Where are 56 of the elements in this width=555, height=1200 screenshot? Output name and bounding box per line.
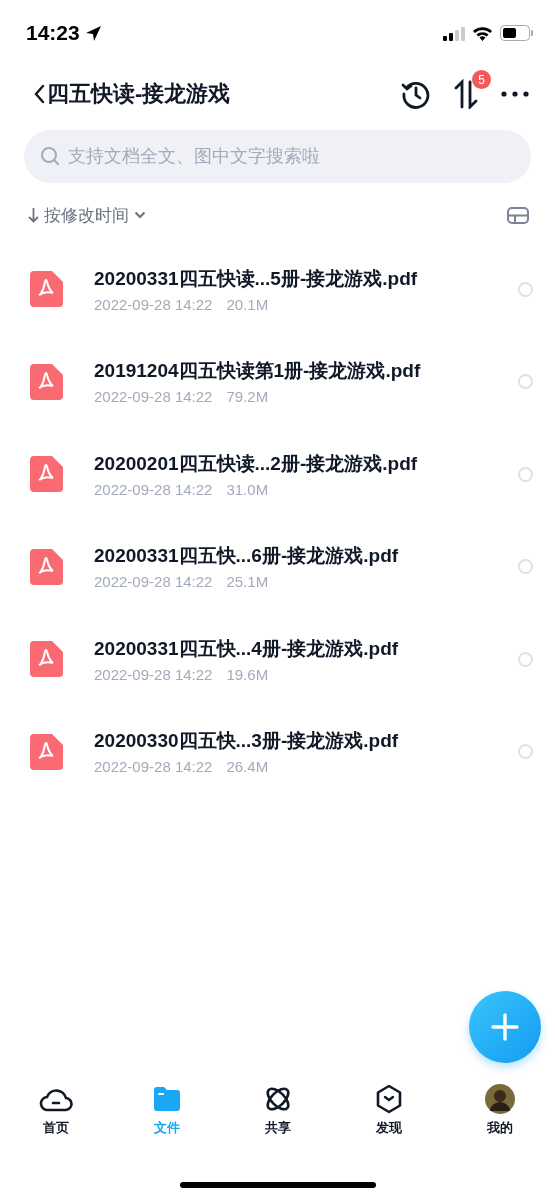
file-size: 19.6M — [226, 665, 269, 683]
signal-icon — [443, 25, 465, 41]
view-mode-icon[interactable] — [507, 206, 529, 224]
tab-button[interactable]: 共享 — [222, 1084, 333, 1156]
file-size: 31.0M — [226, 480, 269, 498]
file-date: 2022-09-28 14:22 — [94, 295, 213, 313]
file-name[interactable]: 20191204四五快读第1册-接龙游戏.pdf — [94, 358, 518, 385]
file-size: 20.1M — [226, 295, 269, 313]
avatar-icon — [484, 1084, 515, 1114]
file-date: 2022-09-28 14:22 — [94, 388, 213, 406]
pdf-file-icon — [30, 456, 63, 493]
pdf-file-icon — [30, 641, 63, 678]
sort-dropdown[interactable]: 按修改时间 — [28, 203, 146, 227]
file-size: 79.2M — [226, 388, 269, 406]
select-checkbox[interactable] — [518, 466, 533, 482]
file-name[interactable]: 20200331四五快...4册-接龙游戏.pdf — [94, 635, 518, 662]
back-icon[interactable] — [34, 84, 45, 104]
hexagon-icon — [374, 1084, 403, 1114]
file-name[interactable]: 20200331四五快读...5册-接龙游戏.pdf — [94, 265, 518, 292]
file-name[interactable]: 20200331四五快...6册-接龙游戏.pdf — [94, 543, 518, 570]
pdf-file-icon — [30, 548, 63, 585]
count-badge: 5 — [472, 70, 491, 89]
pdf-file-icon — [30, 271, 63, 308]
select-checkbox[interactable] — [518, 744, 533, 760]
folder-icon — [152, 1086, 181, 1112]
pdf-file-icon — [30, 363, 63, 400]
file-date: 2022-09-28 14:22 — [94, 665, 213, 683]
add-button[interactable] — [469, 991, 541, 1063]
search-icon — [40, 146, 60, 166]
chevron-down-icon — [134, 211, 146, 219]
down-arrow-icon — [28, 207, 39, 223]
battery-icon — [500, 25, 533, 41]
tab-button[interactable]: 我的 — [444, 1084, 555, 1156]
status-time: 14:23 — [26, 21, 80, 45]
transfer-icon[interactable] — [453, 79, 479, 109]
folder-title: 四五快读-接龙游戏 — [47, 80, 232, 108]
tab-button[interactable]: 发现 — [333, 1084, 444, 1156]
select-checkbox[interactable] — [518, 374, 533, 390]
wifi-icon — [472, 25, 493, 41]
select-checkbox[interactable] — [518, 281, 533, 297]
file-date: 2022-09-28 14:22 — [94, 758, 213, 776]
file-size: 26.4M — [226, 758, 269, 776]
file-size: 25.1M — [226, 573, 269, 591]
location-arrow-icon — [84, 24, 102, 42]
plus-icon — [491, 1013, 519, 1041]
select-checkbox[interactable] — [518, 651, 533, 667]
tab-button[interactable]: 首页 — [0, 1084, 111, 1156]
select-checkbox[interactable] — [518, 559, 533, 575]
history-icon[interactable] — [401, 79, 431, 109]
file-date: 2022-09-28 14:22 — [94, 480, 213, 498]
file-name[interactable]: 20200201四五快读...2册-接龙游戏.pdf — [94, 450, 518, 477]
file-date: 2022-09-28 14:22 — [94, 573, 213, 591]
pdf-file-icon — [30, 733, 63, 770]
file-name[interactable]: 20200330四五快...3册-接龙游戏.pdf — [94, 728, 518, 755]
search-field[interactable]: 支持文档全文、图中文字搜索啦 — [24, 130, 531, 183]
more-icon[interactable] — [501, 91, 529, 97]
